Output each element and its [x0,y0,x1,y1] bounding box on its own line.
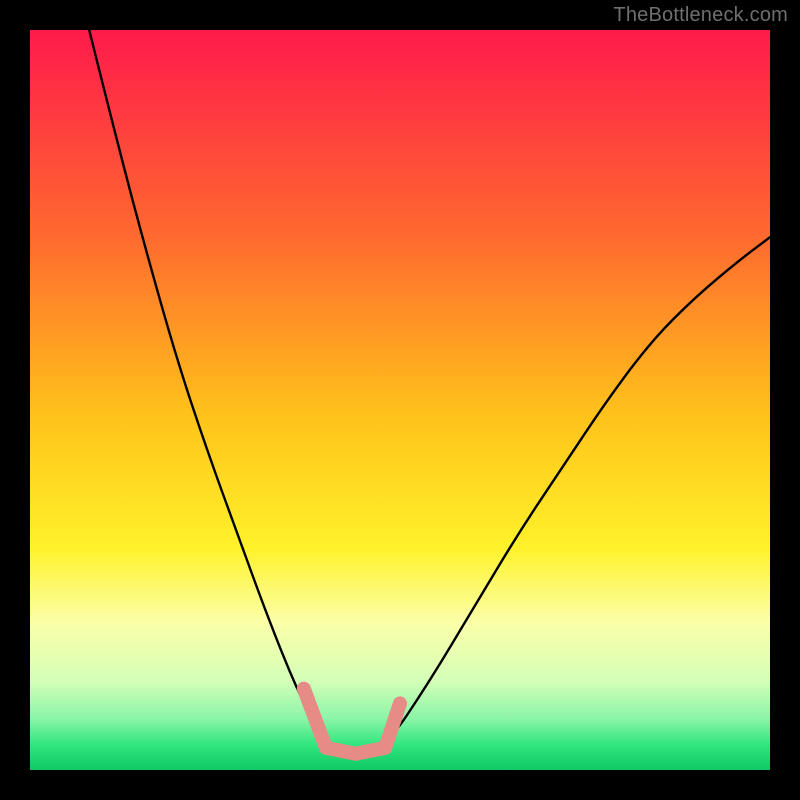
plot-area-gradient [30,30,770,770]
chart-stage: TheBottleneck.com [0,0,800,800]
watermark-text: TheBottleneck.com [613,4,788,27]
bottleneck-chart [0,0,800,800]
